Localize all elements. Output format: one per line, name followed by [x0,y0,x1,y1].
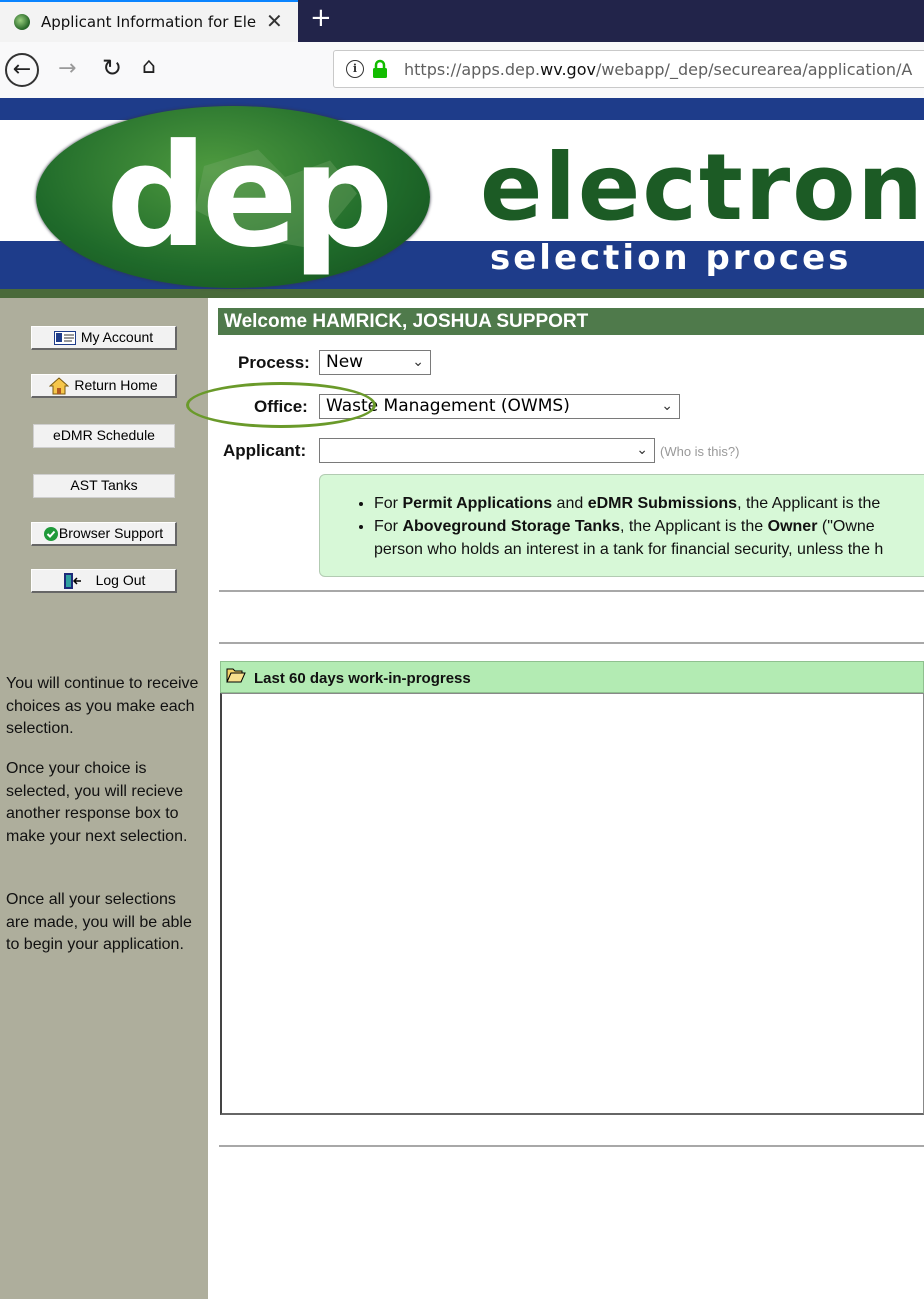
door-icon [63,573,81,590]
wip-list-panel[interactable] [220,693,924,1115]
banner-divider [0,289,924,298]
help-text-3: Once all your selections are made, you w… [6,891,192,954]
applicant-info-note: For Permit Applications and eDMR Submiss… [319,474,924,577]
help-text-1: You will continue to receive choices as … [6,675,199,738]
process-select[interactable]: New ⌄ [319,350,431,375]
who-is-this-link[interactable]: (Who is this?) [660,444,739,459]
open-folder-icon [226,667,246,688]
url-text: https://apps.dep.wv.gov/webapp/_dep/secu… [404,60,913,79]
log-out-button[interactable]: Log Out [31,569,177,593]
reload-icon[interactable]: ↻ [102,54,122,82]
chevron-down-icon: ⌄ [412,354,424,370]
globe-favicon-icon [14,14,30,30]
welcome-bar: Welcome HAMRICK, JOSHUA SUPPORT [218,308,924,335]
divider [219,642,924,644]
check-icon [43,527,58,542]
browser-tab-bar: Applicant Information for Electronic Sub… [0,0,924,42]
tab-title: Applicant Information for Electronic Sub… [41,13,256,31]
banner-subtitle: selection proces [490,238,852,278]
edmr-schedule-button[interactable]: eDMR Schedule [33,424,175,448]
chevron-down-icon: ⌄ [636,442,648,458]
back-arrow-icon[interactable]: ← [5,53,39,87]
applicant-select[interactable]: ⌄ [319,438,655,463]
return-home-button[interactable]: Return Home [31,374,177,398]
dep-logo: dep [36,106,430,288]
home-icon [49,377,70,395]
wip-header: Last 60 days work-in-progress [220,661,924,693]
browser-nav-bar: ← → ↻ ⌂ i https://apps.dep.wv.gov/webapp… [0,42,924,99]
chevron-down-icon: ⌄ [661,398,673,414]
browser-tab[interactable]: Applicant Information for Electronic Sub… [0,0,298,42]
forward-arrow-icon[interactable]: → [58,56,76,81]
divider [219,1145,924,1147]
banner-title: electroni [480,134,924,241]
site-banner: dep electroni selection proces [0,98,924,298]
note-item-permits: For Permit Applications and eDMR Submiss… [374,492,883,515]
note-item-tanks: For Aboveground Storage Tanks, the Appli… [374,515,883,561]
logo-text: dep [106,114,394,279]
close-tab-icon[interactable]: ✕ [266,9,283,33]
process-label: Process: [238,353,310,372]
wip-title: Last 60 days work-in-progress [254,670,471,687]
highlight-annotation [186,382,376,428]
divider [219,590,924,592]
home-icon[interactable]: ⌂ [142,54,156,79]
new-tab-icon[interactable]: + [310,3,332,33]
applicant-label: Applicant: [223,441,307,460]
my-account-button[interactable]: My Account [31,326,177,350]
address-bar[interactable]: i https://apps.dep.wv.gov/webapp/_dep/se… [333,50,924,88]
ast-tanks-button[interactable]: AST Tanks [33,474,175,498]
lock-icon [373,59,387,78]
id-card-icon [53,331,76,346]
sidebar: My Account Return Home eDMR Schedule AST… [0,298,208,1299]
help-text-2: Once your choice is selected, you will r… [6,760,188,846]
info-icon[interactable]: i [346,60,364,78]
browser-support-button[interactable]: Browser Support [31,522,177,546]
